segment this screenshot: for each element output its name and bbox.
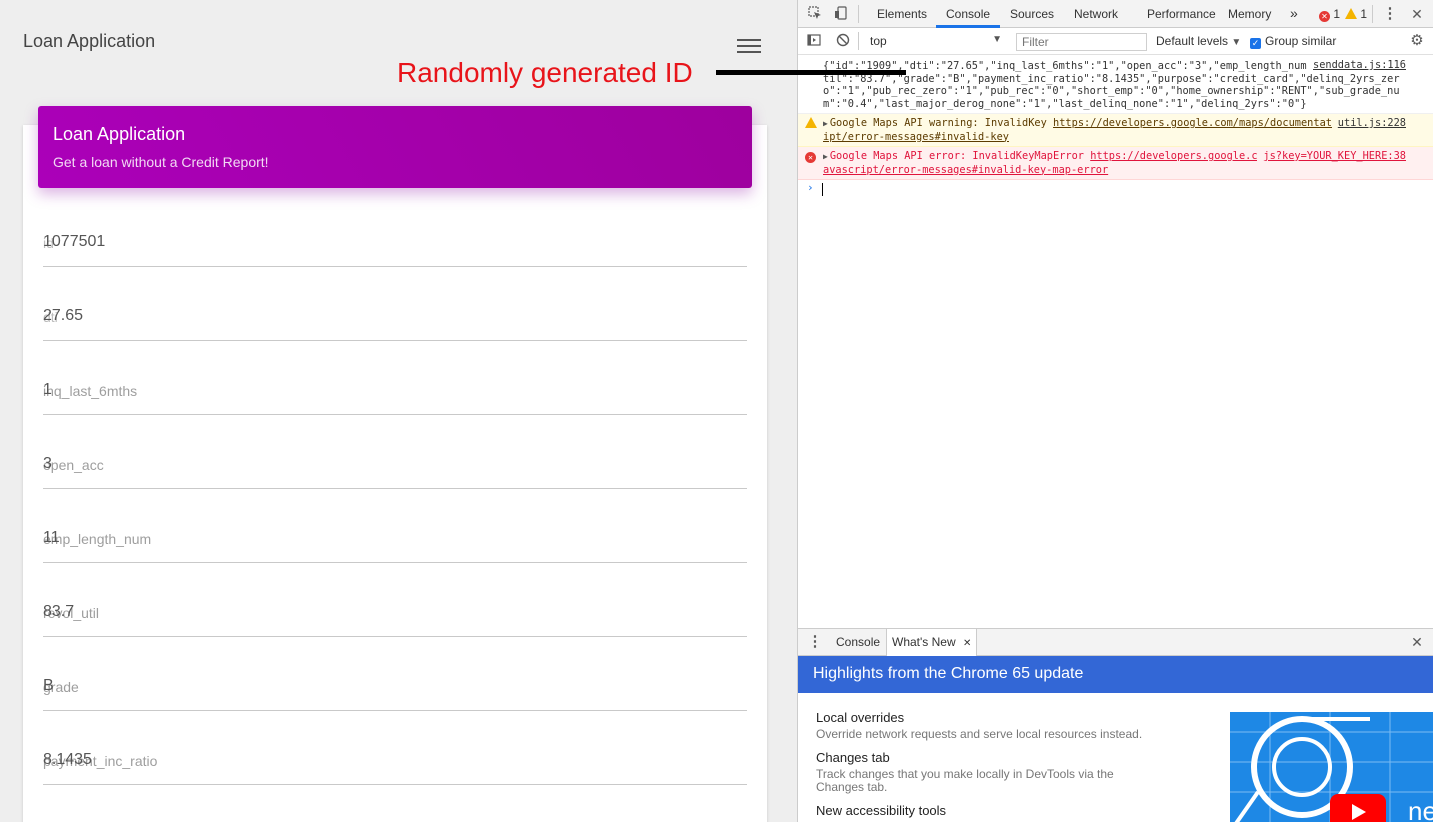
error-icon: ✕ [1319,11,1330,22]
close-tab-icon[interactable]: ✕ [963,638,971,649]
drawer-tab-label: What's New [892,635,956,649]
open-acc-field[interactable]: open_acc 3 [43,449,747,489]
more-tabs-icon[interactable]: » [1290,5,1298,21]
field-value: 1077501 [43,233,106,250]
expand-triangle-icon[interactable]: ▶ [823,118,828,131]
tab-sources[interactable]: Sources [1010,7,1054,21]
field-value: 83.7 [43,603,75,620]
console-settings-gear-icon[interactable]: ⚙ [1409,33,1425,49]
field-value: 11 [43,529,60,546]
error-icon: ✕ [805,150,816,163]
inq-last-6mths-field[interactable]: inq_last_6mths 1 [43,375,747,415]
warning-text: Google Maps API warning: InvalidKey [829,117,1054,129]
tab-memory[interactable]: Memory [1228,7,1271,21]
devtools-tabbar: Elements Console Sources Network Perform… [798,0,1433,28]
error-counter[interactable]: ✕ 1 [1319,7,1340,22]
toolbar-divider [858,32,859,50]
error-source-link[interactable]: js?key=YOUR_KEY_HERE:38 [1257,150,1406,163]
warning-counter[interactable]: 1 [1345,7,1367,21]
context-selector[interactable]: top ▼ [870,34,1002,48]
whats-new-item[interactable]: Changes tab Track changes that you make … [816,750,1176,794]
chrome-devtools-video-thumbnail[interactable]: ne [1230,712,1433,822]
loan-app-page: Loan Application Loan Application Get a … [0,0,797,822]
console-prompt[interactable]: › [798,180,1433,198]
warning-icon [805,117,817,131]
levels-label: Default levels [1156,34,1229,48]
dti-field[interactable]: dti 27.65 [43,301,747,341]
sidebar-toggle-icon[interactable] [806,33,822,49]
error-text: Google Maps API error: InvalidKeyMapErro… [829,150,1091,162]
whats-new-body: Local overrides Override network request… [798,693,1433,822]
field-value: 27.65 [43,307,84,324]
console-warning-message[interactable]: ▶ Google Maps API warning: InvalidKey htt… [798,114,1433,147]
id-field[interactable]: id 1077501 [43,227,747,267]
inspect-element-icon[interactable] [807,6,823,22]
console-log-message[interactable]: {"id":"1909","dti":"27.65","inq_last_6mt… [798,56,1433,114]
annotation-label: Randomly generated ID [397,57,693,88]
clear-console-icon[interactable] [835,33,851,49]
drawer-tab-console[interactable]: Console [836,635,880,649]
console-messages: {"id":"1909","dti":"27.65","inq_last_6mt… [798,56,1433,198]
log-source-link[interactable]: senddata.js:116 [1307,59,1406,72]
revol-util-field[interactable]: revol_util 83.7 [43,597,747,637]
checkmark-icon: ✓ [1250,38,1261,49]
payment-inc-ratio-field[interactable]: payment_inc_ratio 8.1435 [43,745,747,785]
warning-icon [1345,8,1357,19]
card-header: Loan Application Get a loan without a Cr… [38,106,752,188]
log-levels-dropdown[interactable]: Default levels ▼ [1156,34,1241,48]
warning-source-link[interactable]: util.js:228 [1331,117,1406,130]
field-placeholder: open_acc [43,457,104,473]
drawer-tabbar: ⋮ Console What's New ✕ ✕ [798,629,1433,656]
whats-new-item[interactable]: New accessibility tools [816,803,1176,818]
expand-triangle-icon[interactable]: ▶ [823,151,828,164]
field-value: 3 [43,455,52,472]
device-toolbar-icon[interactable] [833,6,849,22]
menu-icon[interactable] [737,39,761,55]
svg-text:ne: ne [1408,796,1433,822]
prompt-chevron-icon: › [807,181,814,194]
console-filter-input[interactable] [1016,33,1147,51]
whats-new-item[interactable]: Local overrides Override network request… [816,710,1176,741]
devtools-panel: Elements Console Sources Network Perform… [797,0,1433,822]
caret-down-icon: ▼ [992,34,1002,45]
tab-elements[interactable]: Elements [877,7,927,21]
tab-performance[interactable]: Performance [1147,7,1216,21]
caret-down-icon: ▼ [1231,37,1242,48]
devtools-drawer: ⋮ Console What's New ✕ ✕ Highlights from… [798,628,1433,822]
item-description: Override network requests and serve loca… [816,727,1143,741]
text-cursor [822,183,823,196]
tab-network[interactable]: Network [1074,7,1118,21]
item-title: New accessibility tools [816,803,947,818]
context-value: top [870,34,887,48]
item-description: Track changes that you make locally in D… [816,767,1114,794]
drawer-tab-whats-new[interactable]: What's New ✕ [886,629,978,656]
grade-field[interactable]: grade B [43,671,747,711]
card-subtitle: Get a loan without a Credit Report! [53,154,269,170]
close-drawer-icon[interactable]: ✕ [1409,634,1425,650]
tabbar-divider [1372,5,1373,23]
emp-length-num-field[interactable]: emp_length_num 11 [43,523,747,563]
group-similar-checkbox[interactable]: ✓ Group similar [1250,34,1336,49]
drawer-menu-icon[interactable]: ⋮ [807,634,823,650]
close-devtools-icon[interactable]: ✕ [1409,6,1425,22]
field-value: 8.1435 [43,751,92,768]
field-placeholder: inq_last_6mths [43,383,138,399]
console-toolbar: top ▼ Default levels ▼ ✓ Group similar ⚙ [798,28,1433,55]
item-title: Local overrides [816,710,905,725]
warning-count: 1 [1360,7,1368,21]
annotation-arrow [716,70,906,75]
field-value: B [43,677,54,694]
error-count: 1 [1333,7,1341,21]
field-value: 1 [43,381,52,398]
tabbar-divider [858,5,859,23]
card-title: Loan Application [53,124,186,144]
app-title: Loan Application [23,31,156,51]
item-title: Changes tab [816,750,890,765]
group-similar-label: Group similar [1265,34,1337,48]
tab-console[interactable]: Console [946,7,990,21]
console-error-message[interactable]: ✕ ▶ Google Maps API error: InvalidKeyMapE… [798,147,1433,180]
kebab-menu-icon[interactable]: ⋮ [1382,6,1398,22]
whats-new-banner: Highlights from the Chrome 65 update [798,656,1433,693]
